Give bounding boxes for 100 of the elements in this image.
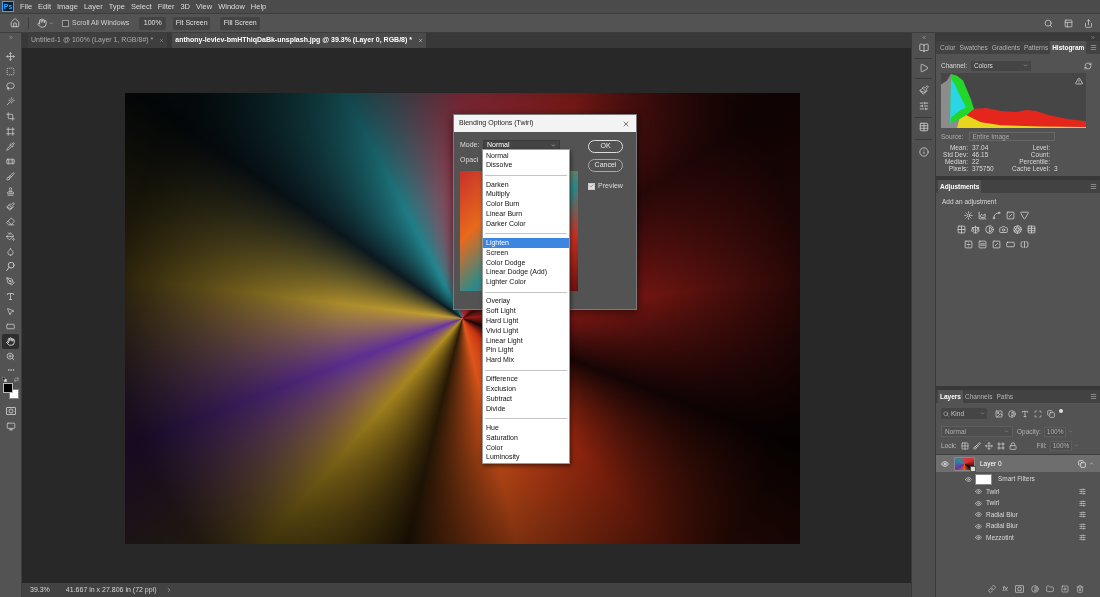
sun-icon[interactable] xyxy=(964,210,973,220)
contrast-icon[interactable] xyxy=(985,224,994,234)
trash-icon[interactable] xyxy=(1076,584,1084,593)
search-icon xyxy=(943,410,949,417)
rectangle-icon xyxy=(6,322,15,331)
double-chevron-icon[interactable] xyxy=(7,35,14,40)
book-icon[interactable] xyxy=(918,43,929,53)
preview-checkbox[interactable] xyxy=(588,182,595,190)
close-icon xyxy=(622,119,630,128)
folder-icon[interactable] xyxy=(1046,584,1054,593)
rectangle-icon[interactable] xyxy=(1006,239,1015,249)
hand-icon[interactable] xyxy=(37,18,47,28)
double-chevron-icon[interactable] xyxy=(1090,34,1096,40)
eyedropper-icon xyxy=(6,142,15,151)
eye-icon[interactable] xyxy=(974,534,982,542)
eye-icon[interactable] xyxy=(974,511,982,519)
square-slash-icon[interactable] xyxy=(1006,210,1015,220)
eye-icon[interactable] xyxy=(974,499,982,507)
crop-icon xyxy=(6,112,15,121)
area-chart-icon[interactable] xyxy=(978,210,987,220)
table-icon[interactable] xyxy=(1027,224,1036,234)
panel-menu-icon[interactable] xyxy=(1090,393,1097,400)
eye-icon[interactable] xyxy=(964,475,972,483)
sliders-icon[interactable] xyxy=(918,101,929,111)
panels-icon[interactable] xyxy=(1064,18,1073,28)
image-icon[interactable] xyxy=(995,409,1003,418)
move-icon[interactable] xyxy=(984,441,993,450)
default-colors-icon[interactable] xyxy=(2,377,7,382)
square-divide-icon[interactable] xyxy=(964,239,973,249)
double-chevron-icon[interactable] xyxy=(920,35,927,40)
search-icon[interactable] xyxy=(1044,18,1053,28)
hand-tool-button[interactable] xyxy=(2,334,19,349)
contrast-icon[interactable] xyxy=(1008,409,1016,418)
pen-icon xyxy=(6,277,15,286)
lasso-icon xyxy=(6,82,15,91)
sliders-icon[interactable] xyxy=(1079,511,1086,519)
copy-icon[interactable] xyxy=(1047,409,1055,418)
lock-icon[interactable] xyxy=(1008,441,1017,450)
contrast-icon[interactable] xyxy=(1031,584,1039,593)
smart-object-badge-icon xyxy=(970,465,976,472)
sliders-icon[interactable] xyxy=(1079,522,1086,530)
caret-icon xyxy=(1004,429,1009,434)
home-icon[interactable] xyxy=(10,18,20,28)
paintbrush-icon[interactable] xyxy=(918,85,929,95)
eye-icon[interactable] xyxy=(974,522,982,530)
link-icon[interactable] xyxy=(987,584,996,593)
panel-menu-icon[interactable] xyxy=(1090,44,1097,51)
foreground-swatch-icon[interactable] xyxy=(2,383,13,393)
masked-rectangle-icon[interactable] xyxy=(1015,584,1024,593)
square-split-icon[interactable] xyxy=(1020,239,1029,249)
play-icon[interactable] xyxy=(918,63,929,73)
swap-arrows-icon[interactable] xyxy=(14,377,19,382)
aperture-icon[interactable] xyxy=(1013,224,1022,234)
type-icon xyxy=(6,292,15,301)
type-icon[interactable] xyxy=(1021,409,1029,418)
grid-icon[interactable] xyxy=(960,441,969,450)
curve-icon[interactable] xyxy=(992,210,1001,220)
scroll-all-windows-checkbox[interactable] xyxy=(62,19,69,27)
scan-icon[interactable] xyxy=(1034,409,1042,418)
camera-icon[interactable] xyxy=(999,224,1008,234)
triangle-icon[interactable] xyxy=(1020,210,1029,220)
grid-icon[interactable] xyxy=(957,224,966,234)
eraser-icon xyxy=(6,217,15,226)
sliders-icon[interactable] xyxy=(1079,499,1086,507)
brush-icon[interactable] xyxy=(972,441,981,450)
square-equal-icon[interactable] xyxy=(978,239,987,249)
frame-icon xyxy=(6,127,15,136)
paint-bucket-icon xyxy=(6,232,15,241)
move-icon xyxy=(6,52,15,61)
paintbrush-icon xyxy=(6,202,15,211)
eye-icon[interactable] xyxy=(974,488,982,496)
chevron-right-icon[interactable] xyxy=(165,587,172,593)
masked-rectangle-icon[interactable] xyxy=(5,407,16,415)
dashed-square-icon xyxy=(6,67,15,76)
sliders-icon[interactable] xyxy=(1079,534,1086,542)
frame-icon[interactable] xyxy=(996,441,1005,450)
caret-icon xyxy=(1023,63,1029,68)
square-slash-icon[interactable] xyxy=(992,239,1001,249)
scale-icon[interactable] xyxy=(971,224,980,234)
brush-icon xyxy=(6,172,15,181)
panel-menu-icon[interactable] xyxy=(1090,183,1097,190)
pointer-icon xyxy=(6,307,15,316)
square-plus-icon[interactable] xyxy=(1061,584,1069,593)
lollipop-icon xyxy=(6,262,15,271)
hand-icon xyxy=(6,337,15,346)
table-icon[interactable] xyxy=(918,122,929,132)
zoom-icon xyxy=(6,352,15,361)
info-icon[interactable] xyxy=(918,147,929,157)
droplet-icon xyxy=(6,247,15,256)
monitor-icon[interactable] xyxy=(5,422,16,431)
check-icon xyxy=(589,183,594,190)
warning-icon[interactable] xyxy=(1075,77,1083,85)
refresh-icon[interactable] xyxy=(1084,61,1092,70)
caret-icon xyxy=(551,143,556,148)
share-icon[interactable] xyxy=(1084,18,1093,28)
sliders-icon[interactable] xyxy=(1079,488,1086,496)
copy-icon[interactable] xyxy=(1078,459,1086,468)
close-icon[interactable] xyxy=(159,38,165,43)
wand-icon xyxy=(6,97,15,106)
stamp-icon xyxy=(6,187,15,196)
